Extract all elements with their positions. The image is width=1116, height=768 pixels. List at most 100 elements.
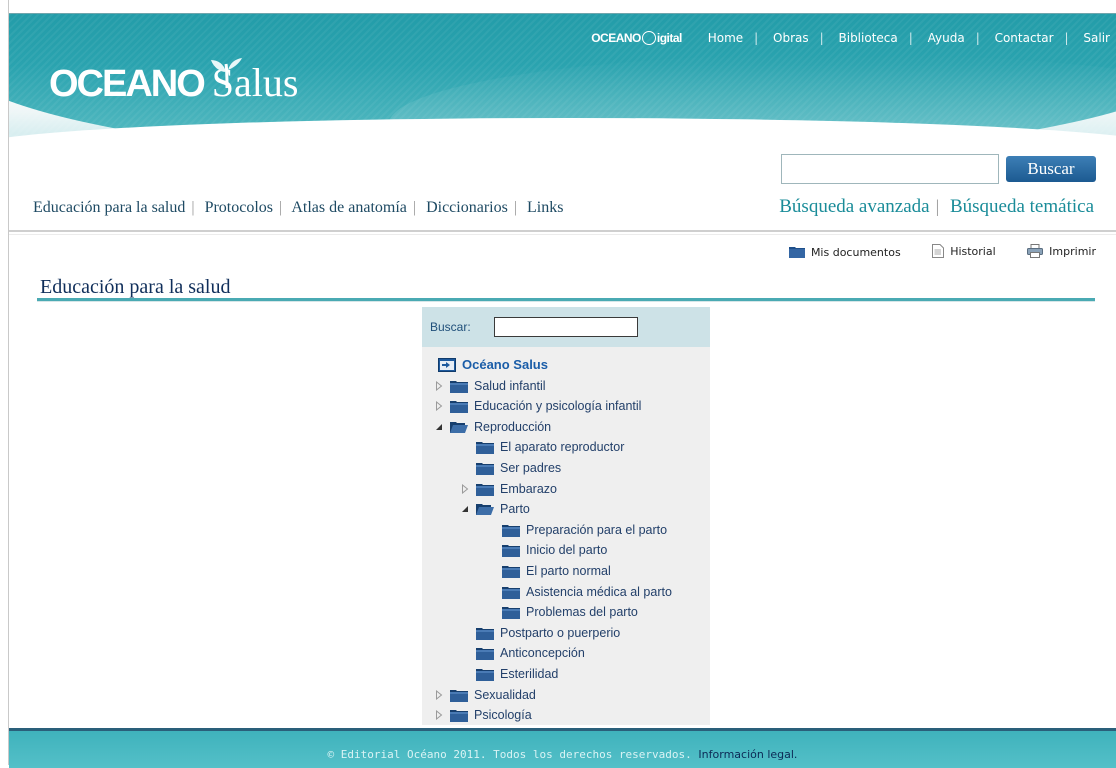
tree-item[interactable]: Reproducción bbox=[434, 417, 551, 437]
tree-item-label: Ser padres bbox=[500, 461, 562, 475]
tree-search-input[interactable] bbox=[494, 317, 638, 337]
oceano-digital-logo[interactable]: OCEANO igital bbox=[591, 31, 682, 45]
tree-root[interactable]: Océano Salus bbox=[438, 355, 548, 375]
tree-item[interactable]: Asistencia médica al parto bbox=[486, 582, 672, 602]
folder-icon bbox=[502, 586, 520, 599]
tree-item-label: Psicología bbox=[474, 708, 532, 722]
header-divider-light bbox=[9, 234, 1116, 235]
copyright-text: © Editorial Océano 2011. Todos los derec… bbox=[327, 748, 692, 761]
tree-item[interactable]: Educación y psicología infantil bbox=[434, 396, 641, 416]
tree-item[interactable]: Postparto o puerperio bbox=[460, 623, 620, 643]
tree-item-label: Educación y psicología infantil bbox=[474, 399, 642, 413]
expand-arrow-icon[interactable] bbox=[434, 381, 444, 391]
oceano-salus-logo[interactable]: OCEANO Salus bbox=[49, 59, 298, 106]
nav-separator: | bbox=[191, 199, 195, 216]
tree-item-label: Postparto o puerperio bbox=[500, 626, 621, 640]
tree-item[interactable]: El aparato reproductor bbox=[460, 437, 624, 457]
tree-item-label: Esterilidad bbox=[500, 667, 559, 681]
nav-separator: | bbox=[754, 31, 759, 45]
expand-arrow-icon[interactable] bbox=[434, 401, 444, 411]
history-button[interactable]: Historial bbox=[932, 244, 996, 258]
nav-separator: | bbox=[908, 31, 913, 45]
folder-icon bbox=[476, 441, 494, 454]
site-header: OCEANO igital Home | Obras | Biblioteca | Ay… bbox=[9, 13, 1116, 232]
advanced-search-link[interactable]: Búsqueda avanzada bbox=[779, 196, 929, 217]
document-icon bbox=[932, 244, 945, 258]
folder-icon bbox=[476, 462, 494, 475]
main-nav-protocolos[interactable]: Protocolos bbox=[205, 199, 273, 216]
tree-item[interactable]: Anticoncepción bbox=[460, 643, 585, 663]
tree-item[interactable]: Sexualidad bbox=[434, 685, 536, 705]
nav-separator: | bbox=[975, 31, 980, 45]
main-nav: Educación para la salud | Protocolos | Atl… bbox=[33, 199, 563, 217]
top-nav: OCEANO igital Home | Obras | Biblioteca | Ay… bbox=[591, 31, 1110, 45]
thematic-search-link[interactable]: Búsqueda temática bbox=[950, 196, 1094, 217]
top-nav-salir[interactable]: Salir bbox=[1083, 31, 1110, 45]
nav-separator: | bbox=[513, 199, 518, 216]
folder-icon bbox=[476, 668, 494, 681]
legal-info-link[interactable]: Información legal. bbox=[698, 748, 797, 761]
tree-item[interactable]: Problemas del parto bbox=[486, 602, 638, 622]
search-button[interactable]: Buscar bbox=[1006, 156, 1096, 182]
tree-item-label: Parto bbox=[500, 502, 530, 516]
tree-item[interactable]: Inicio del parto bbox=[486, 540, 607, 560]
root-folder-icon bbox=[438, 358, 456, 372]
collapse-arrow-icon[interactable] bbox=[460, 504, 470, 514]
tree-item[interactable]: Salud infantil bbox=[434, 376, 546, 396]
expand-arrow-icon[interactable] bbox=[460, 484, 470, 494]
my-documents-label: Mis documentos bbox=[810, 245, 901, 259]
folder-icon bbox=[476, 627, 494, 640]
open-folder-icon bbox=[476, 503, 494, 515]
folder-icon bbox=[450, 400, 468, 413]
folder-icon bbox=[502, 606, 520, 619]
main-nav-links[interactable]: Links bbox=[527, 199, 563, 216]
tree-item[interactable]: Parto bbox=[460, 499, 530, 519]
tree-item[interactable]: Psicología bbox=[434, 705, 532, 725]
main-nav-diccionarios[interactable]: Diccionarios bbox=[426, 199, 508, 216]
tree-item-label: Salud infantil bbox=[474, 379, 546, 393]
top-nav-biblioteca[interactable]: Biblioteca bbox=[839, 31, 898, 45]
header-divider bbox=[9, 230, 1116, 232]
page-title: Educación para la salud bbox=[40, 276, 231, 298]
expand-arrow-icon[interactable] bbox=[434, 710, 444, 720]
main-nav-educacion[interactable]: Educación para la salud bbox=[33, 199, 185, 216]
tree-item-label: Problemas del parto bbox=[526, 605, 638, 619]
tree-item[interactable]: Embarazo bbox=[460, 479, 557, 499]
nav-separator: | bbox=[279, 199, 283, 216]
tree-item-label: El aparato reproductor bbox=[500, 440, 625, 454]
folder-icon bbox=[502, 544, 520, 557]
my-documents-button[interactable]: Mis documentos bbox=[788, 245, 901, 259]
search-input[interactable] bbox=[781, 154, 999, 184]
tree-item[interactable]: Preparación para el parto bbox=[486, 520, 667, 540]
folder-icon bbox=[788, 247, 805, 258]
folder-icon bbox=[476, 483, 494, 496]
folder-icon bbox=[450, 709, 468, 722]
folder-icon bbox=[450, 689, 468, 702]
expand-arrow-icon[interactable] bbox=[434, 690, 444, 700]
tree-item-label: Anticoncepción bbox=[500, 646, 585, 660]
toolbar: Mis documentos Historial Imprimir bbox=[761, 244, 1096, 261]
tree-item[interactable]: Ser padres bbox=[460, 458, 561, 478]
open-folder-icon bbox=[450, 421, 468, 433]
nav-separator: | bbox=[819, 31, 824, 45]
print-button[interactable]: Imprimir bbox=[1027, 244, 1096, 258]
folder-icon bbox=[450, 380, 468, 393]
collapse-arrow-icon[interactable] bbox=[434, 422, 444, 432]
tree-item-label: Embarazo bbox=[500, 482, 557, 496]
tree-item[interactable]: Esterilidad bbox=[460, 664, 558, 684]
nav-separator: | bbox=[1064, 31, 1069, 45]
tree-search-bar: Buscar: bbox=[422, 307, 710, 347]
tree-search-label: Buscar: bbox=[430, 320, 471, 334]
print-label: Imprimir bbox=[1049, 244, 1096, 258]
printer-icon bbox=[1027, 244, 1044, 258]
top-nav-home[interactable]: Home bbox=[708, 31, 743, 45]
tree-item[interactable]: El parto normal bbox=[486, 561, 611, 581]
logo-oceano-text: OCEANO bbox=[49, 63, 206, 105]
tree-item-label: Inicio del parto bbox=[526, 543, 608, 557]
main-nav-atlas[interactable]: Atlas de anatomía bbox=[291, 199, 407, 216]
top-nav-ayuda[interactable]: Ayuda bbox=[928, 31, 965, 45]
top-nav-contactar[interactable]: Contactar bbox=[995, 31, 1054, 45]
top-nav-obras[interactable]: Obras bbox=[773, 31, 809, 45]
title-underline bbox=[37, 298, 1095, 302]
tree-root-label: Océano Salus bbox=[462, 357, 548, 372]
